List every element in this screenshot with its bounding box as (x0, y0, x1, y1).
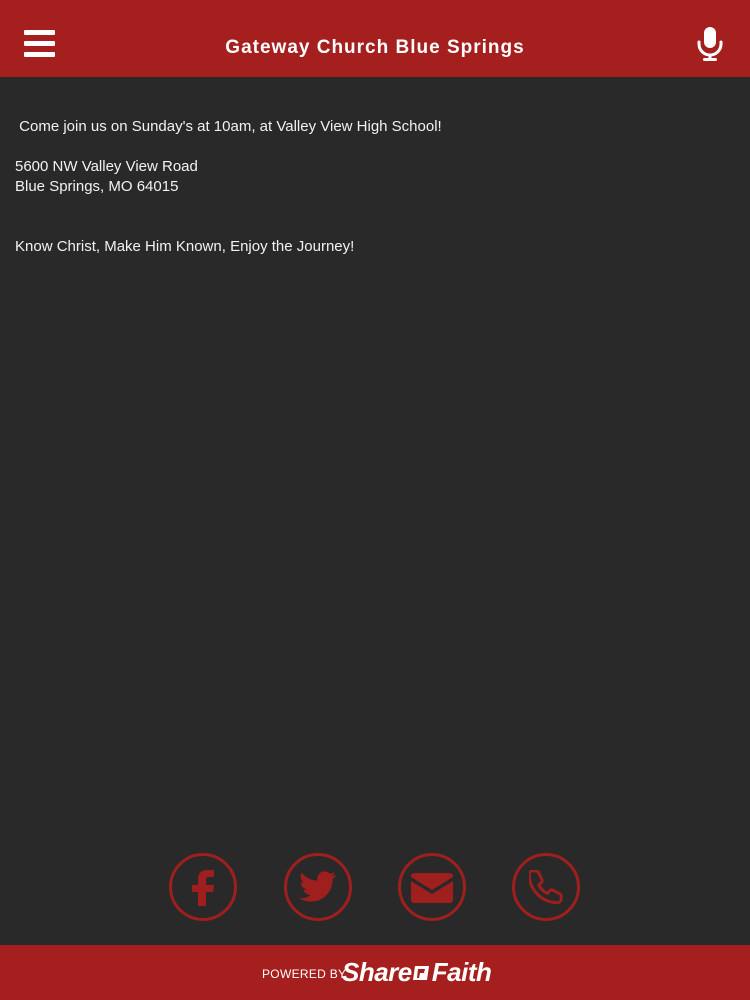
brand-text-faith: Faith (431, 957, 492, 987)
hamburger-menu-icon (24, 30, 55, 35)
microphone-button[interactable] (694, 26, 726, 62)
facebook-button[interactable] (169, 853, 237, 921)
sharefaith-logo[interactable]: Share Faith (342, 957, 492, 988)
service-time-text: Come join us on Sunday's at 10am, at Val… (15, 118, 442, 135)
social-links-row (0, 853, 750, 921)
twitter-icon (299, 871, 337, 902)
envelope-icon (411, 873, 453, 903)
email-button[interactable] (398, 853, 466, 921)
footer-bar: POWERED BY Share Faith (0, 945, 750, 1000)
phone-icon (529, 870, 563, 904)
header-bar: Gateway Church Blue Springs (0, 0, 750, 77)
microphone-icon (697, 27, 723, 61)
powered-by-text: POWERED BY (262, 967, 347, 981)
brand-text-share: Share (342, 957, 412, 987)
address-line-1: 5600 NW Valley View Road (15, 158, 198, 175)
address-line-2: Blue Springs, MO 64015 (15, 178, 179, 195)
sharefaith-flag-icon (412, 966, 429, 980)
twitter-button[interactable] (284, 853, 352, 921)
phone-button[interactable] (512, 853, 580, 921)
page-title: Gateway Church Blue Springs (225, 37, 525, 58)
app-screen: Gateway Church Blue Springs Come join us… (0, 0, 750, 1000)
motto-text: Know Christ, Make Him Known, Enjoy the J… (15, 238, 355, 255)
facebook-icon (192, 870, 214, 906)
